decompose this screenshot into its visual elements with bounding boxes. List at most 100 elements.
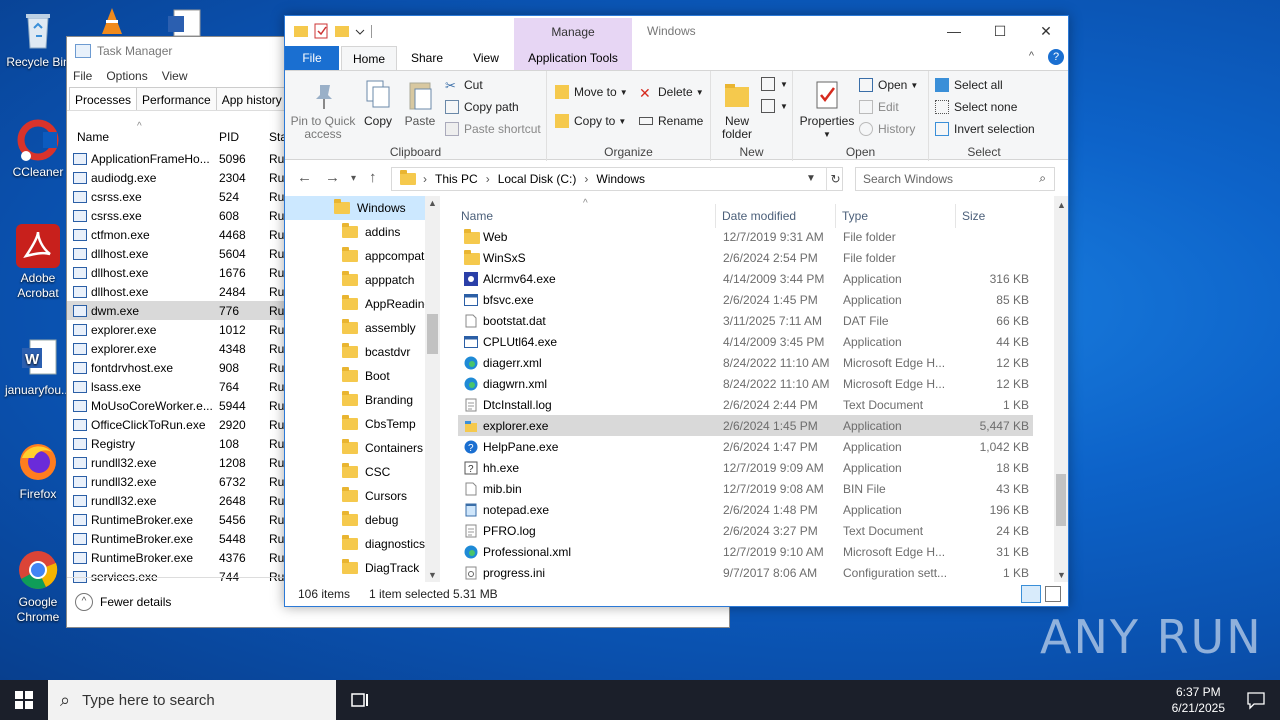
process-row[interactable]: rundll32.exe 2648 Ru [67,491,285,510]
column-divider[interactable] [835,204,836,228]
tab-view[interactable]: View [467,46,505,70]
nav-folder-item[interactable]: Windows [285,196,440,220]
desktop-icon-chrome[interactable]: Google Chrome [1,548,75,625]
nav-folder-item[interactable]: Containers [285,436,440,460]
file-row[interactable]: ? HelpPane.exe 2/6/2024 1:47 PM Application… [458,436,1033,457]
breadcrumb-windows[interactable]: Windows [596,172,645,186]
tab-home[interactable]: Home [341,46,397,70]
file-row[interactable]: WinSxS 2/6/2024 2:54 PM File folder [458,247,1033,268]
nav-folder-item[interactable]: bcastdvr [285,340,440,364]
column-divider[interactable] [715,204,716,228]
column-type[interactable]: Type [842,209,868,223]
process-row[interactable]: dllhost.exe 5604 Ru [67,244,285,263]
menu-file[interactable]: File [73,69,92,83]
fewer-details-button[interactable]: ^ Fewer details [75,593,171,611]
process-row[interactable]: dllhost.exe 1676 Ru [67,263,285,282]
process-row[interactable]: dllhost.exe 2484 Ru [67,282,285,301]
nav-folder-item[interactable]: CbsTemp [285,412,440,436]
file-row[interactable]: explorer.exe 2/6/2024 1:45 PM Application 5… [458,415,1033,436]
delete-button[interactable]: ✕ Delete ▼ [639,85,704,101]
taskbar-search-box[interactable]: ⌕ Type here to search [48,680,336,720]
process-row[interactable]: fontdrvhost.exe 908 Ru [67,358,285,377]
easy-access-button[interactable]: ▼ [761,99,788,113]
column-size[interactable]: Size [962,209,985,223]
file-row[interactable]: Professional.xml 12/7/2019 9:10 AM Microso… [458,541,1033,562]
forward-arrow-icon[interactable]: → [325,169,340,186]
tab-processes[interactable]: Processes [69,87,138,110]
select-none-button[interactable]: Select none [935,100,1017,114]
process-row[interactable]: csrss.exe 608 Ru [67,206,285,225]
file-row[interactable]: bfsvc.exe 2/6/2024 1:45 PM Application 85 K… [458,289,1033,310]
nav-folder-item[interactable]: diagnostics [285,532,440,556]
rename-button[interactable]: Rename [639,114,703,128]
history-button[interactable]: History [859,122,915,136]
manage-tab-header[interactable]: Manage [514,18,632,46]
task-view-icon[interactable] [350,690,370,713]
process-row[interactable]: RuntimeBroker.exe 4376 Ru [67,548,285,567]
process-row[interactable]: explorer.exe 1012 Ru [67,320,285,339]
file-row[interactable]: bootstat.dat 3/11/2025 7:11 AM DAT File 66 … [458,310,1033,331]
invert-selection-button[interactable]: Invert selection [935,122,1035,136]
file-list-scrollbar[interactable]: ▲ ▼ [1054,196,1068,582]
recent-locations-icon[interactable]: ▾ [351,173,356,184]
process-row[interactable]: rundll32.exe 1208 Ru [67,453,285,472]
properties-button[interactable]: Properties ▼ [799,79,855,141]
scroll-up-icon[interactable]: ▲ [428,198,437,208]
process-row[interactable]: dwm.exe 776 Ru [67,301,285,320]
nav-folder-item[interactable]: Boot [285,364,440,388]
pin-quick-access-button[interactable]: Pin to Quick access [290,79,356,141]
nav-folder-item[interactable]: DiagTrack [285,556,440,580]
scroll-down-icon[interactable]: ▼ [428,570,437,580]
file-row[interactable]: progress.ini 9/7/2017 8:06 AM Configuratio… [458,562,1033,583]
nav-folder-item[interactable]: CSC [285,460,440,484]
copy-button[interactable]: Copy [359,79,397,128]
desktop-icon-adobe-acrobat[interactable]: Adobe Acrobat [1,224,75,301]
maximize-button[interactable]: ☐ [977,20,1023,42]
scroll-down-icon[interactable]: ▼ [1057,570,1066,580]
file-row[interactable]: diagwrn.xml 8/24/2022 11:10 AM Microsoft E… [458,373,1033,394]
notification-icon[interactable] [1246,690,1266,713]
address-bar[interactable]: › This PC › Local Disk (C:) › Windows ▼ … [391,167,843,191]
edit-button[interactable]: Edit [859,100,899,114]
refresh-icon[interactable]: ↻ [826,168,844,190]
file-row[interactable]: PFRO.log 2/6/2024 3:27 PM Text Document 24 … [458,520,1033,541]
cut-button[interactable]: ✂ Cut [445,78,483,93]
desktop-icon-word-document[interactable]: W januaryfou... [1,336,75,398]
process-row[interactable]: MoUsoCoreWorker.e... 5944 Ru [67,396,285,415]
file-scroll-thumb[interactable] [1056,474,1066,526]
tab-application-tools[interactable]: Application Tools [514,46,632,70]
nav-scrollbar[interactable]: ▲ ▼ [425,196,440,582]
breadcrumb-this-pc[interactable]: This PC [435,172,478,186]
file-row[interactable]: Web 12/7/2019 9:31 AM File folder [458,226,1033,247]
nav-folder-item[interactable]: Branding [285,388,440,412]
column-date-modified[interactable]: Date modified [722,209,796,223]
new-folder-button[interactable]: New folder [715,79,759,141]
nav-folder-item[interactable]: assembly [285,316,440,340]
quick-access-toolbar[interactable] [293,23,383,39]
file-row[interactable]: ? hh.exe 12/7/2019 9:09 AM Application 18 KB [458,457,1033,478]
menu-view[interactable]: View [162,69,188,83]
explorer-titlebar[interactable]: Manage Windows — ☐ ✕ [285,16,1068,46]
copy-path-button[interactable]: Copy path [445,100,519,114]
column-divider[interactable] [955,204,956,228]
start-button[interactable] [15,691,33,712]
minimize-button[interactable]: — [931,20,977,42]
move-to-button[interactable]: Move to ▼ [555,85,628,99]
clock[interactable]: 6:37 PM 6/21/2025 [1172,684,1225,716]
desktop-icon-ccleaner[interactable]: CCleaner [1,118,75,180]
desktop-icon-recycle-bin[interactable]: Recycle Bin [1,8,75,70]
help-icon[interactable]: ? [1048,49,1064,65]
collapse-ribbon-icon[interactable]: ^ [1029,50,1034,62]
nav-folder-item[interactable]: debug [285,508,440,532]
file-row[interactable]: CPLUtl64.exe 4/14/2009 3:45 PM Application… [458,331,1033,352]
address-dropdown-icon[interactable]: ▼ [806,173,816,184]
new-item-button[interactable]: ▼ [761,77,788,91]
open-button[interactable]: Open ▼ [859,78,918,92]
file-row[interactable]: mib.bin 12/7/2019 9:08 AM BIN File 43 KB [458,478,1033,499]
column-name[interactable]: Name [77,130,109,144]
up-arrow-icon[interactable]: ↑ [369,169,377,186]
column-pid[interactable]: PID [219,130,239,144]
back-arrow-icon[interactable]: ← [297,169,312,186]
paste-button[interactable]: Paste [401,79,439,128]
close-button[interactable]: ✕ [1023,20,1069,42]
